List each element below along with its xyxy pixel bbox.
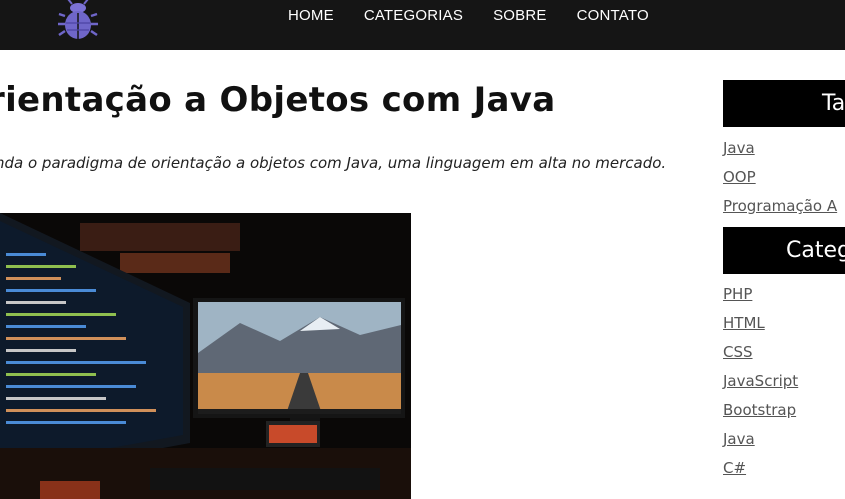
- article-image: [0, 213, 411, 499]
- nav-categorias-link[interactable]: CATEGORIAS: [364, 7, 463, 25]
- nav-contato-link[interactable]: CONTATO: [577, 7, 649, 25]
- tag-link[interactable]: Java: [723, 134, 837, 163]
- nav-home-link[interactable]: HOME: [288, 7, 334, 25]
- tags-heading: Ta: [723, 80, 845, 127]
- category-link[interactable]: Java: [723, 425, 798, 454]
- nav-sobre-link[interactable]: SOBRE: [493, 7, 547, 25]
- category-link[interactable]: Bootstrap: [723, 396, 798, 425]
- article-title: rientação a Objetos com Java: [0, 80, 556, 120]
- category-link[interactable]: CSS: [723, 338, 798, 367]
- tags-list: Java OOP Programação A: [723, 134, 837, 221]
- categories-heading: Categ: [723, 227, 845, 274]
- categories-heading-label: Categ: [786, 238, 845, 263]
- tag-link[interactable]: OOP: [723, 163, 837, 192]
- tag-link[interactable]: Programação A: [723, 192, 837, 221]
- categories-list: PHP HTML CSS JavaScript Bootstrap Java C…: [723, 280, 798, 483]
- category-link[interactable]: PHP: [723, 280, 798, 309]
- article-subtitle: nda o paradigma de orientação a objetos …: [0, 154, 667, 172]
- top-navbar: HOME CATEGORIAS SOBRE CONTATO: [0, 0, 845, 50]
- main-nav: HOME CATEGORIAS SOBRE CONTATO: [288, 7, 679, 25]
- tags-heading-label: Ta: [822, 91, 845, 116]
- bug-icon[interactable]: [58, 0, 98, 42]
- category-link[interactable]: HTML: [723, 309, 798, 338]
- category-link[interactable]: JavaScript: [723, 367, 798, 396]
- category-link[interactable]: C#: [723, 454, 798, 483]
